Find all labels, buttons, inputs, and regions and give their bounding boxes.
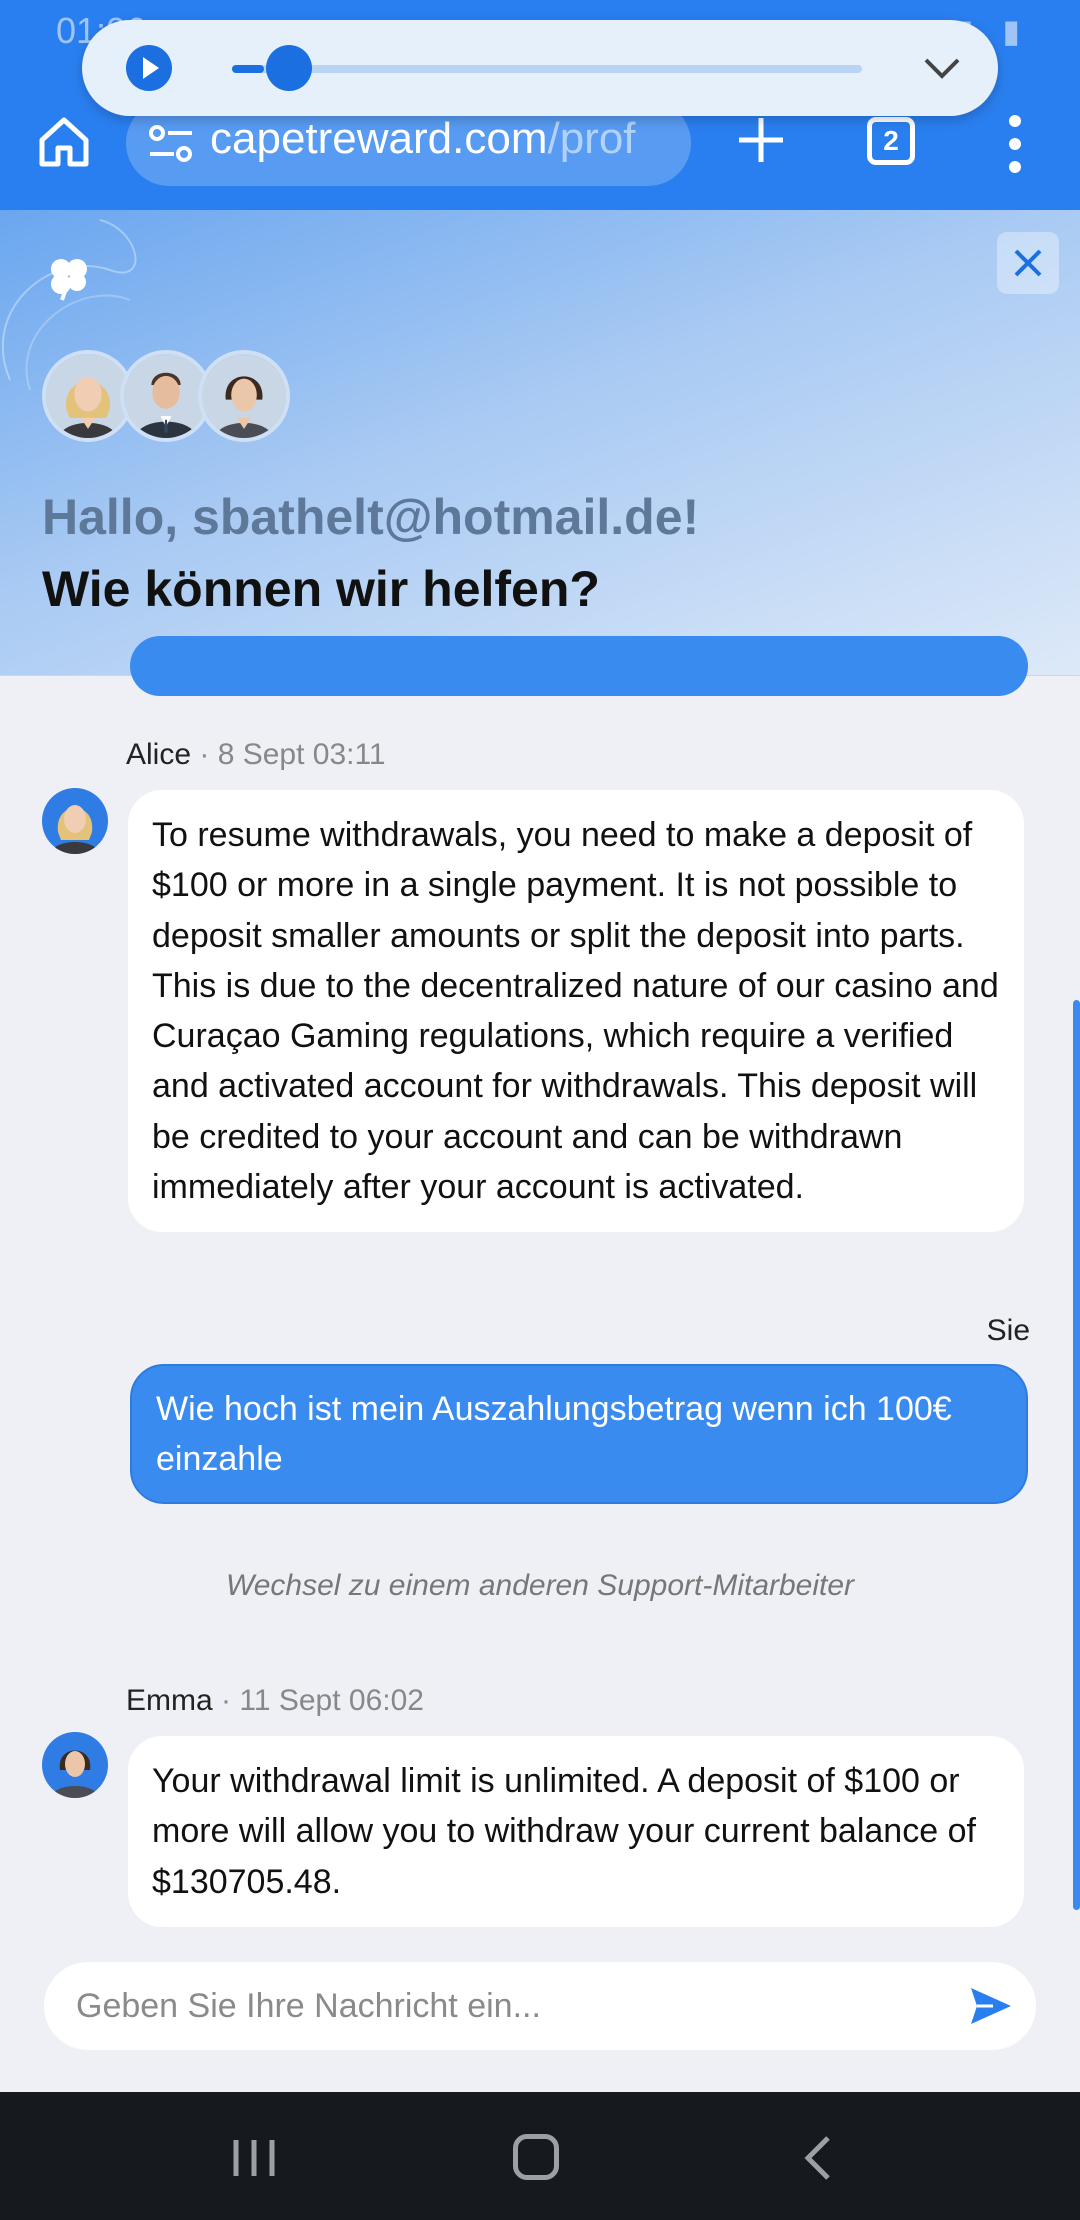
url-domain: capetreward.com (210, 114, 548, 163)
browser-toolbar: 01:06 ✕ ◠ ▮ ▮ capetreward.com/prof 2 (0, 0, 1080, 210)
message-input[interactable] (76, 1976, 956, 2036)
message-composer (44, 1962, 1036, 2050)
message-timestamp: · 11 Sept 06:02 (221, 1684, 424, 1717)
help-question: Wie können wir helfen? (42, 561, 600, 617)
clover-logo-icon (51, 259, 87, 301)
chat-header: Hallo, sbathelt@hotmail.de! Wie können w… (0, 210, 1080, 676)
url-text[interactable]: capetreward.com/prof (210, 114, 680, 164)
send-icon[interactable] (969, 1984, 1013, 2028)
media-progress-fill (232, 65, 264, 73)
avatar (198, 350, 290, 442)
support-team-avatars (42, 350, 302, 442)
recent-apps-icon[interactable] (230, 2136, 278, 2180)
system-navigation-bar (0, 2092, 1080, 2220)
media-player-overlay (82, 20, 998, 116)
media-progress-track[interactable] (232, 65, 862, 73)
url-path: /prof (547, 114, 636, 163)
avatar (42, 788, 108, 854)
scrollbar[interactable] (1073, 1000, 1080, 1910)
message-sender: Emma · 11 Sept 06:02 (126, 1684, 424, 1718)
media-progress-thumb[interactable] (265, 45, 312, 91)
message-timestamp: · 8 Sept 03:11 (199, 738, 386, 771)
message-bubble-agent: Your withdrawal limit is unlimited. A de… (128, 1736, 1024, 1927)
previous-message-bubble (130, 636, 1028, 696)
new-tab-icon[interactable] (735, 114, 787, 166)
message-bubble-user: Wie hoch ist mein Auszahlungsbetrag wenn… (130, 1364, 1028, 1504)
home-icon[interactable] (34, 112, 94, 172)
sender-name: Emma (126, 1684, 213, 1717)
play-icon[interactable] (126, 45, 172, 91)
close-icon[interactable] (997, 232, 1059, 294)
chat-conversation: Alice · 8 Sept 03:11 To resume withdrawa… (0, 636, 1080, 2091)
chevron-down-icon[interactable] (922, 48, 962, 88)
site-settings-icon[interactable] (148, 122, 194, 166)
system-home-icon[interactable] (513, 2134, 559, 2180)
avatar (42, 1732, 108, 1798)
tab-switcher-button[interactable]: 2 (867, 117, 915, 165)
message-sender-self: Sie (986, 1314, 1030, 1347)
sender-name: Alice (126, 738, 192, 771)
greeting-text: Hallo, sbathelt@hotmail.de! (42, 489, 700, 545)
message-bubble-agent: To resume withdrawals, you need to make … (128, 790, 1024, 1233)
message-sender: Alice · 8 Sept 03:11 (126, 738, 386, 772)
back-icon[interactable] (800, 2134, 834, 2182)
agent-switch-notice: Wechsel zu einem anderen Support-Mitarbe… (225, 1569, 855, 1602)
more-menu-icon[interactable] (1000, 112, 1030, 176)
